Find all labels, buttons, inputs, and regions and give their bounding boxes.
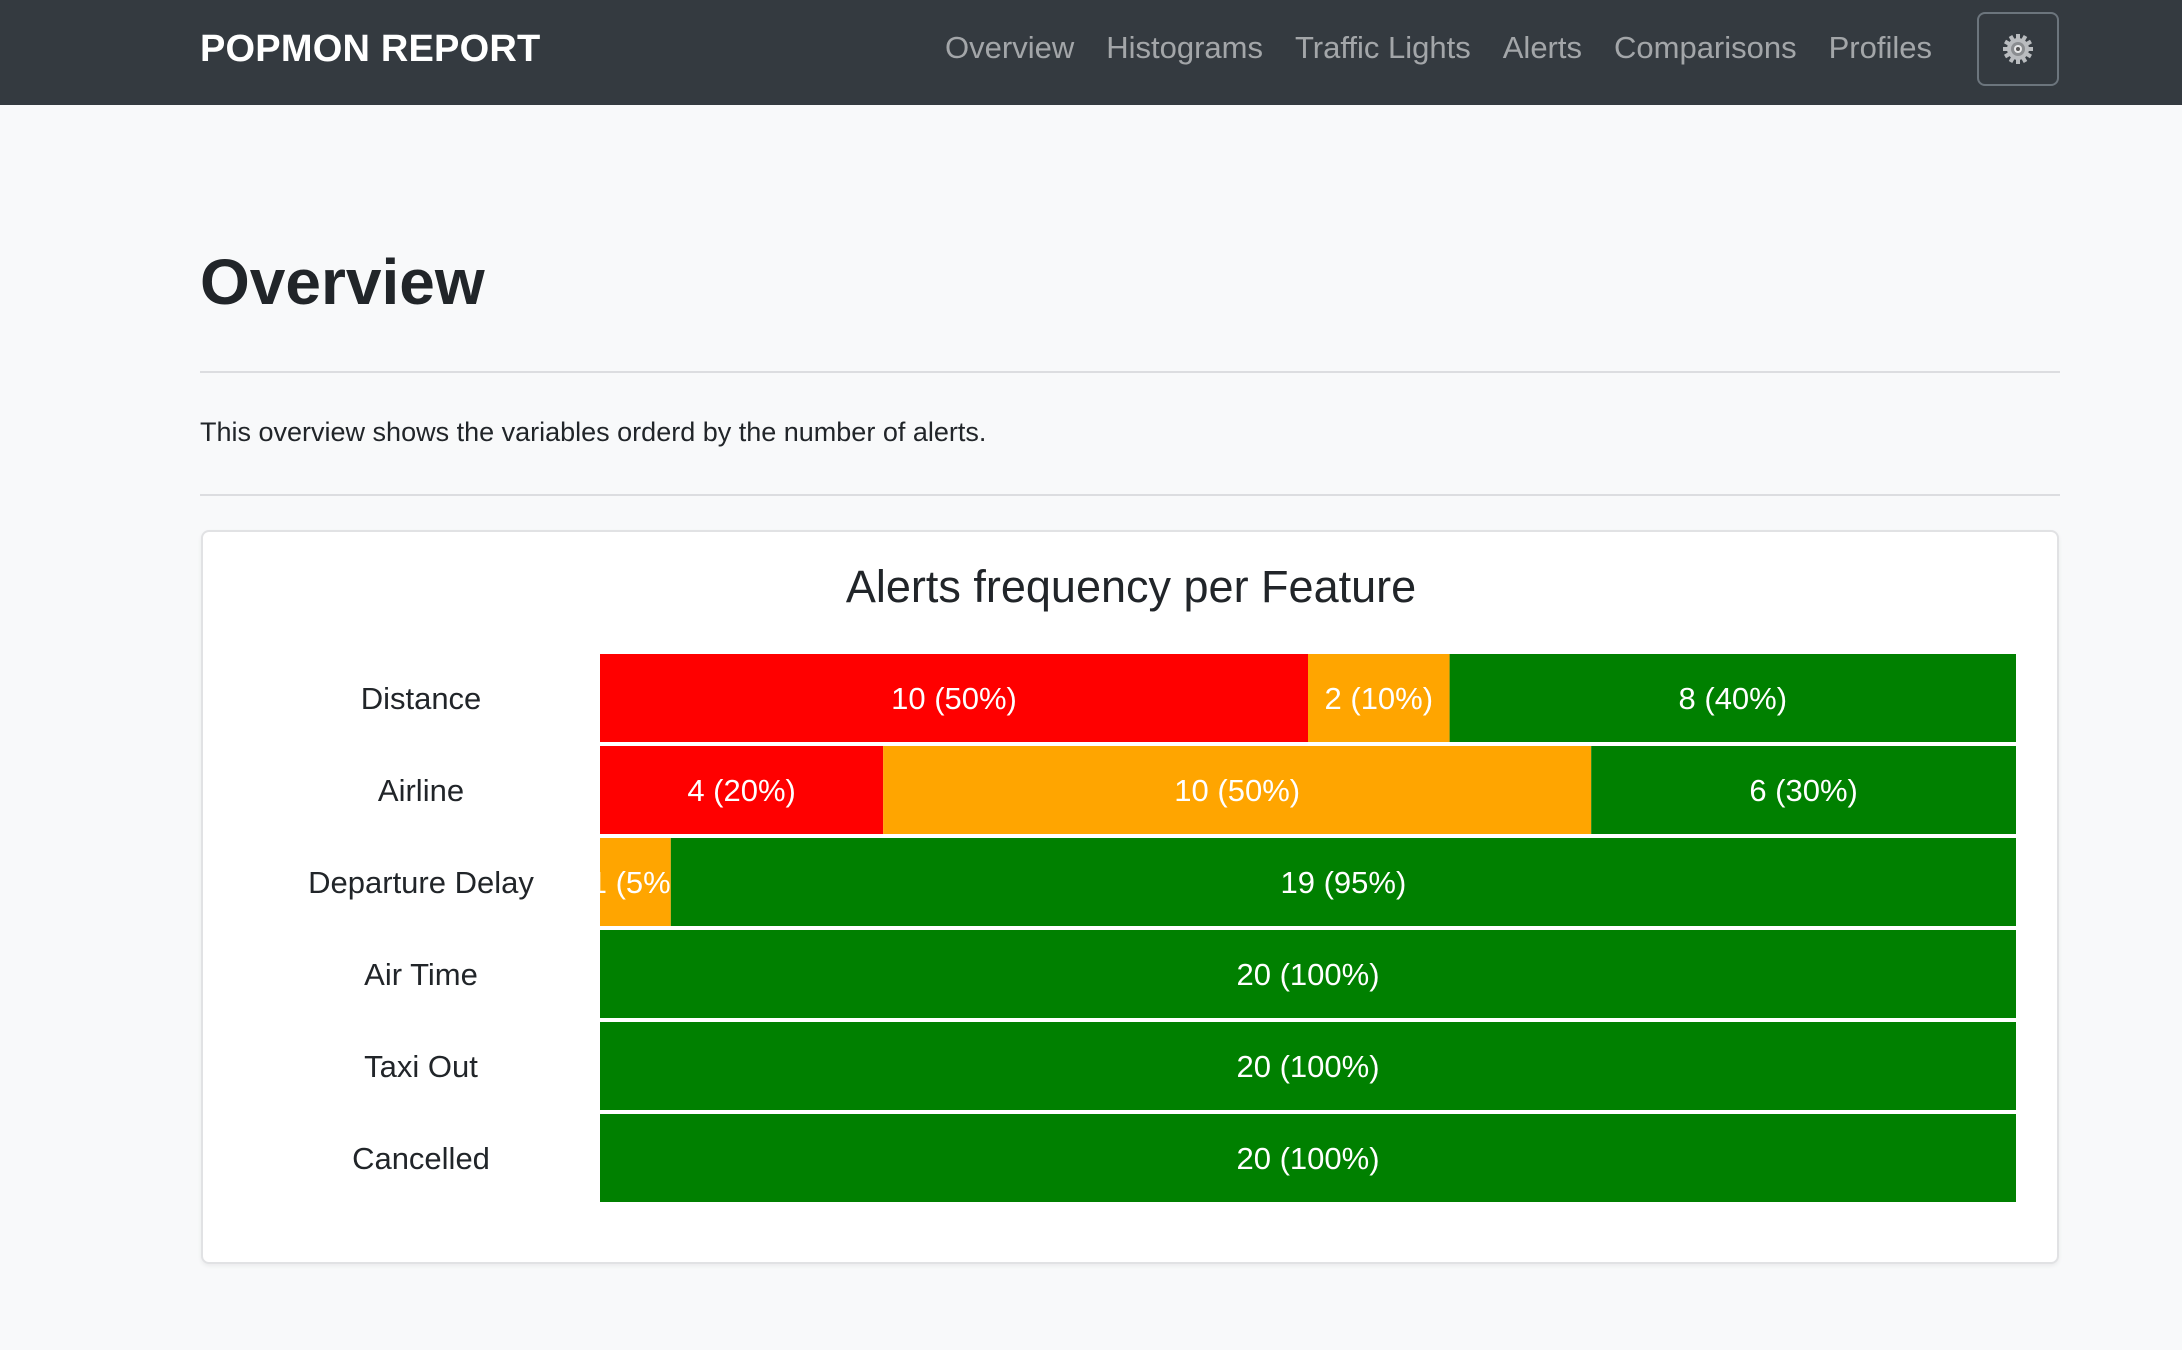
bar-label: 19 (95%) xyxy=(1281,865,1407,900)
bar-label: 20 (100%) xyxy=(1236,957,1379,992)
nav-alerts[interactable]: Alerts xyxy=(1503,30,1582,66)
divider xyxy=(200,371,2060,373)
nav-overview[interactable]: Overview xyxy=(945,30,1074,66)
category-label: Taxi Out xyxy=(364,1049,478,1084)
category-label: Air Time xyxy=(364,957,478,992)
navbar: POPMON REPORT Overview Histograms Traffi… xyxy=(0,0,2182,105)
category-label: Airline xyxy=(378,773,464,808)
bar-label: 6 (30%) xyxy=(1749,773,1858,808)
page-title: Overview xyxy=(200,246,485,318)
nav-histograms[interactable]: Histograms xyxy=(1106,30,1263,66)
nav-traffic-lights[interactable]: Traffic Lights xyxy=(1295,30,1471,66)
category-label: Departure Delay xyxy=(308,865,534,900)
bar-label: 20 (100%) xyxy=(1236,1141,1379,1176)
divider xyxy=(200,494,2060,496)
chart-title: Alerts frequency per Feature xyxy=(846,561,1416,612)
brand[interactable]: POPMON REPORT xyxy=(200,28,540,71)
bar-label: 8 (40%) xyxy=(1679,681,1788,716)
alerts-chart: Alerts frequency per Feature Distance 10 … xyxy=(308,561,2016,1202)
category-label: Distance xyxy=(361,681,482,716)
bar-label: 1 (5%) xyxy=(590,865,681,900)
nav-links: Overview Histograms Traffic Lights Alert… xyxy=(945,30,1932,66)
chart-card: Alerts frequency per Feature Distance 10 … xyxy=(201,530,2059,1264)
bar-label: 10 (50%) xyxy=(891,681,1017,716)
bar-label: 10 (50%) xyxy=(1174,773,1300,808)
bar-label: 4 (20%) xyxy=(687,773,796,808)
page-description: This overview shows the variables orderd… xyxy=(200,417,987,447)
category-label: Cancelled xyxy=(352,1141,490,1176)
bar-label: 2 (10%) xyxy=(1325,681,1434,716)
nav-profiles[interactable]: Profiles xyxy=(1829,30,1932,66)
gear-icon xyxy=(2003,34,2033,64)
bar-label: 20 (100%) xyxy=(1236,1049,1379,1084)
nav-comparisons[interactable]: Comparisons xyxy=(1614,30,1797,66)
settings-button[interactable] xyxy=(1977,12,2059,86)
